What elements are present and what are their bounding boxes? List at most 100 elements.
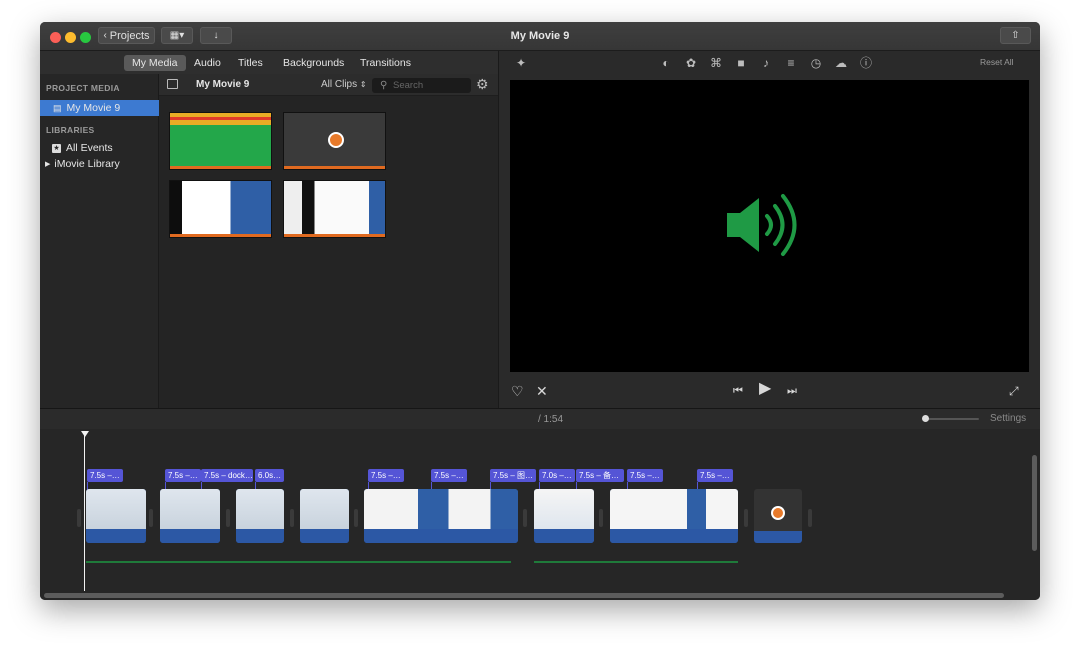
clip-bottom-strip (170, 166, 271, 169)
tab-audio[interactable]: Audio (186, 55, 229, 71)
reject-icon[interactable]: ✕ (536, 383, 548, 399)
clip-title-label[interactable]: 6.0s… (255, 469, 285, 482)
search-icon: ⚲ (380, 80, 388, 91)
search-placeholder: Search (393, 80, 424, 91)
timeline-header: / 1:54 Settings (40, 409, 1040, 429)
zoom-slider[interactable] (923, 418, 979, 420)
media-clip[interactable] (283, 180, 386, 238)
playhead-handle-icon[interactable] (81, 431, 89, 437)
clip-title-label[interactable]: 7.5s – 备… (576, 469, 624, 482)
timeline-clip[interactable] (364, 489, 518, 543)
project-media-header: PROJECT MEDIA (46, 83, 120, 93)
transition-handle[interactable] (226, 509, 230, 527)
media-browser: My Movie 9 All Clips ⇕ ⚲ Search ⚙ (159, 74, 498, 408)
window-title: My Movie 9 (510, 30, 570, 42)
transition-handle[interactable] (290, 509, 294, 527)
transition-handle[interactable] (354, 509, 358, 527)
clip-bottom-strip (170, 234, 271, 237)
timeline-clip[interactable] (754, 489, 802, 543)
horizontal-scrollbar[interactable] (44, 593, 1004, 598)
clip-title-label[interactable]: 7.5s –… (368, 469, 404, 482)
speed-icon[interactable]: ◷ (808, 55, 824, 71)
share-icon: ⇧ (1011, 30, 1020, 41)
transition-handle[interactable] (523, 509, 527, 527)
all-clips-select[interactable]: All Clips ⇕ (321, 79, 367, 90)
clip-title-label[interactable]: 7.5s –… (431, 469, 467, 482)
clip-title-label[interactable]: 7.5s –… (87, 469, 123, 482)
audio-track-line (534, 561, 738, 563)
gear-icon[interactable]: ⚙ (476, 76, 489, 93)
timecode: / 1:54 (538, 414, 564, 425)
tab-my-media[interactable]: My Media (124, 55, 186, 71)
media-clip[interactable] (283, 112, 386, 170)
timeline-clip[interactable] (610, 489, 738, 543)
transition-handle[interactable] (808, 509, 812, 527)
transition-handle[interactable] (77, 509, 81, 527)
speaker-icon (727, 194, 797, 256)
audio-track-line (86, 561, 511, 563)
library-sidebar: PROJECT MEDIA ▤ My Movie 9 LIBRARIES ★ A… (40, 74, 159, 408)
stabilization-icon[interactable]: ■ (733, 55, 749, 71)
sidebar-item-label: My Movie 9 (66, 102, 121, 114)
timeline: / 1:54 Settings 7.5s –… 7.5s –… 7.5s – d… (40, 408, 1040, 600)
clapper-icon: ▤ (53, 102, 62, 113)
video-preview (510, 80, 1029, 372)
clip-title-label[interactable]: 7.5s –… (697, 469, 733, 482)
zoom-slider-knob[interactable] (922, 415, 929, 422)
volume-icon[interactable]: ♪ (758, 55, 774, 71)
clip-red-strip (170, 117, 271, 120)
play-icon[interactable]: ▶ (759, 381, 771, 397)
adjust-toolbar: ✦ ◐ ✿ ⌘ ■ ♪ ≡ ◷ ☁ ⓘ Reset All (499, 51, 1040, 74)
all-clips-label: All Clips (321, 79, 358, 90)
skip-forward-icon[interactable]: ⏭ (787, 383, 797, 399)
search-input[interactable]: ⚲ Search (372, 78, 471, 93)
color-balance-icon[interactable]: ◐ (658, 55, 674, 71)
clip-bottom-strip (284, 166, 385, 169)
timeline-clip[interactable] (86, 489, 146, 543)
clip-title-label[interactable]: 7.5s – 图… (490, 469, 537, 482)
playhead[interactable] (84, 431, 85, 591)
clip-title-label[interactable]: 7.5s –… (627, 469, 663, 482)
audio-clip-icon (771, 506, 785, 520)
crop-icon[interactable]: ⌘ (708, 55, 724, 71)
transition-handle[interactable] (599, 509, 603, 527)
browser-toolbar: My Movie 9 All Clips ⇕ ⚲ Search ⚙ (159, 74, 498, 96)
share-button[interactable]: ⇧ (1000, 27, 1031, 44)
filter-icon[interactable]: ☁ (833, 55, 849, 71)
sidebar-item-label: All Events (66, 142, 113, 154)
viewer-panel: ✦ ◐ ✿ ⌘ ■ ♪ ≡ ◷ ☁ ⓘ Reset All ♡ ✕ ⏮ ▶ ⏭ … (498, 51, 1040, 408)
reset-all-button[interactable]: Reset All (980, 57, 1014, 67)
info-icon[interactable]: ⓘ (858, 55, 874, 71)
clip-title-label[interactable]: 7.0s –… (539, 469, 575, 482)
sidebar-item-label: iMovie Library (54, 158, 120, 170)
tab-titles[interactable]: Titles (230, 55, 271, 71)
media-tabs-bar: My Media Audio Titles Backgrounds Transi… (40, 51, 498, 74)
timeline-clip[interactable] (300, 489, 349, 543)
timeline-clip[interactable] (236, 489, 284, 543)
imovie-window: ‹ Projects ▦▾ ↓ My Movie 9 ⇧ My Media Au… (40, 22, 1040, 600)
sidebar-item-my-movie-9[interactable]: ▤ My Movie 9 (40, 100, 159, 116)
tab-backgrounds[interactable]: Backgrounds (275, 55, 352, 71)
timeline-clip[interactable] (534, 489, 594, 543)
sidebar-item-imovie-library[interactable]: ▶ iMovie Library (40, 156, 159, 172)
media-clip[interactable] (169, 180, 272, 238)
color-palette-icon[interactable]: ✿ (683, 55, 699, 71)
transition-handle[interactable] (744, 509, 748, 527)
tab-transitions[interactable]: Transitions (352, 55, 419, 71)
timeline-clip[interactable] (160, 489, 220, 543)
clip-title-label[interactable]: 7.5s –… (165, 469, 201, 482)
skip-back-icon[interactable]: ⏮ (733, 383, 743, 399)
fullscreen-icon[interactable]: ⤢ (1009, 383, 1019, 399)
favorite-heart-icon[interactable]: ♡ (511, 383, 524, 399)
title-bar: ‹ Projects ▦▾ ↓ My Movie 9 ⇧ (40, 22, 1040, 51)
equalizer-icon[interactable]: ≡ (783, 55, 799, 71)
magic-wand-icon[interactable]: ✦ (513, 55, 529, 71)
transition-handle[interactable] (149, 509, 153, 527)
sidebar-item-all-events[interactable]: ★ All Events (40, 140, 159, 156)
sidebar-toggle-icon[interactable] (167, 79, 178, 89)
clip-title-label[interactable]: 7.5s – dock… (201, 469, 253, 482)
timeline-settings-button[interactable]: Settings (990, 413, 1026, 424)
media-clip[interactable] (169, 112, 272, 170)
vertical-scrollbar[interactable] (1032, 455, 1037, 551)
browser-title: My Movie 9 (196, 79, 250, 90)
